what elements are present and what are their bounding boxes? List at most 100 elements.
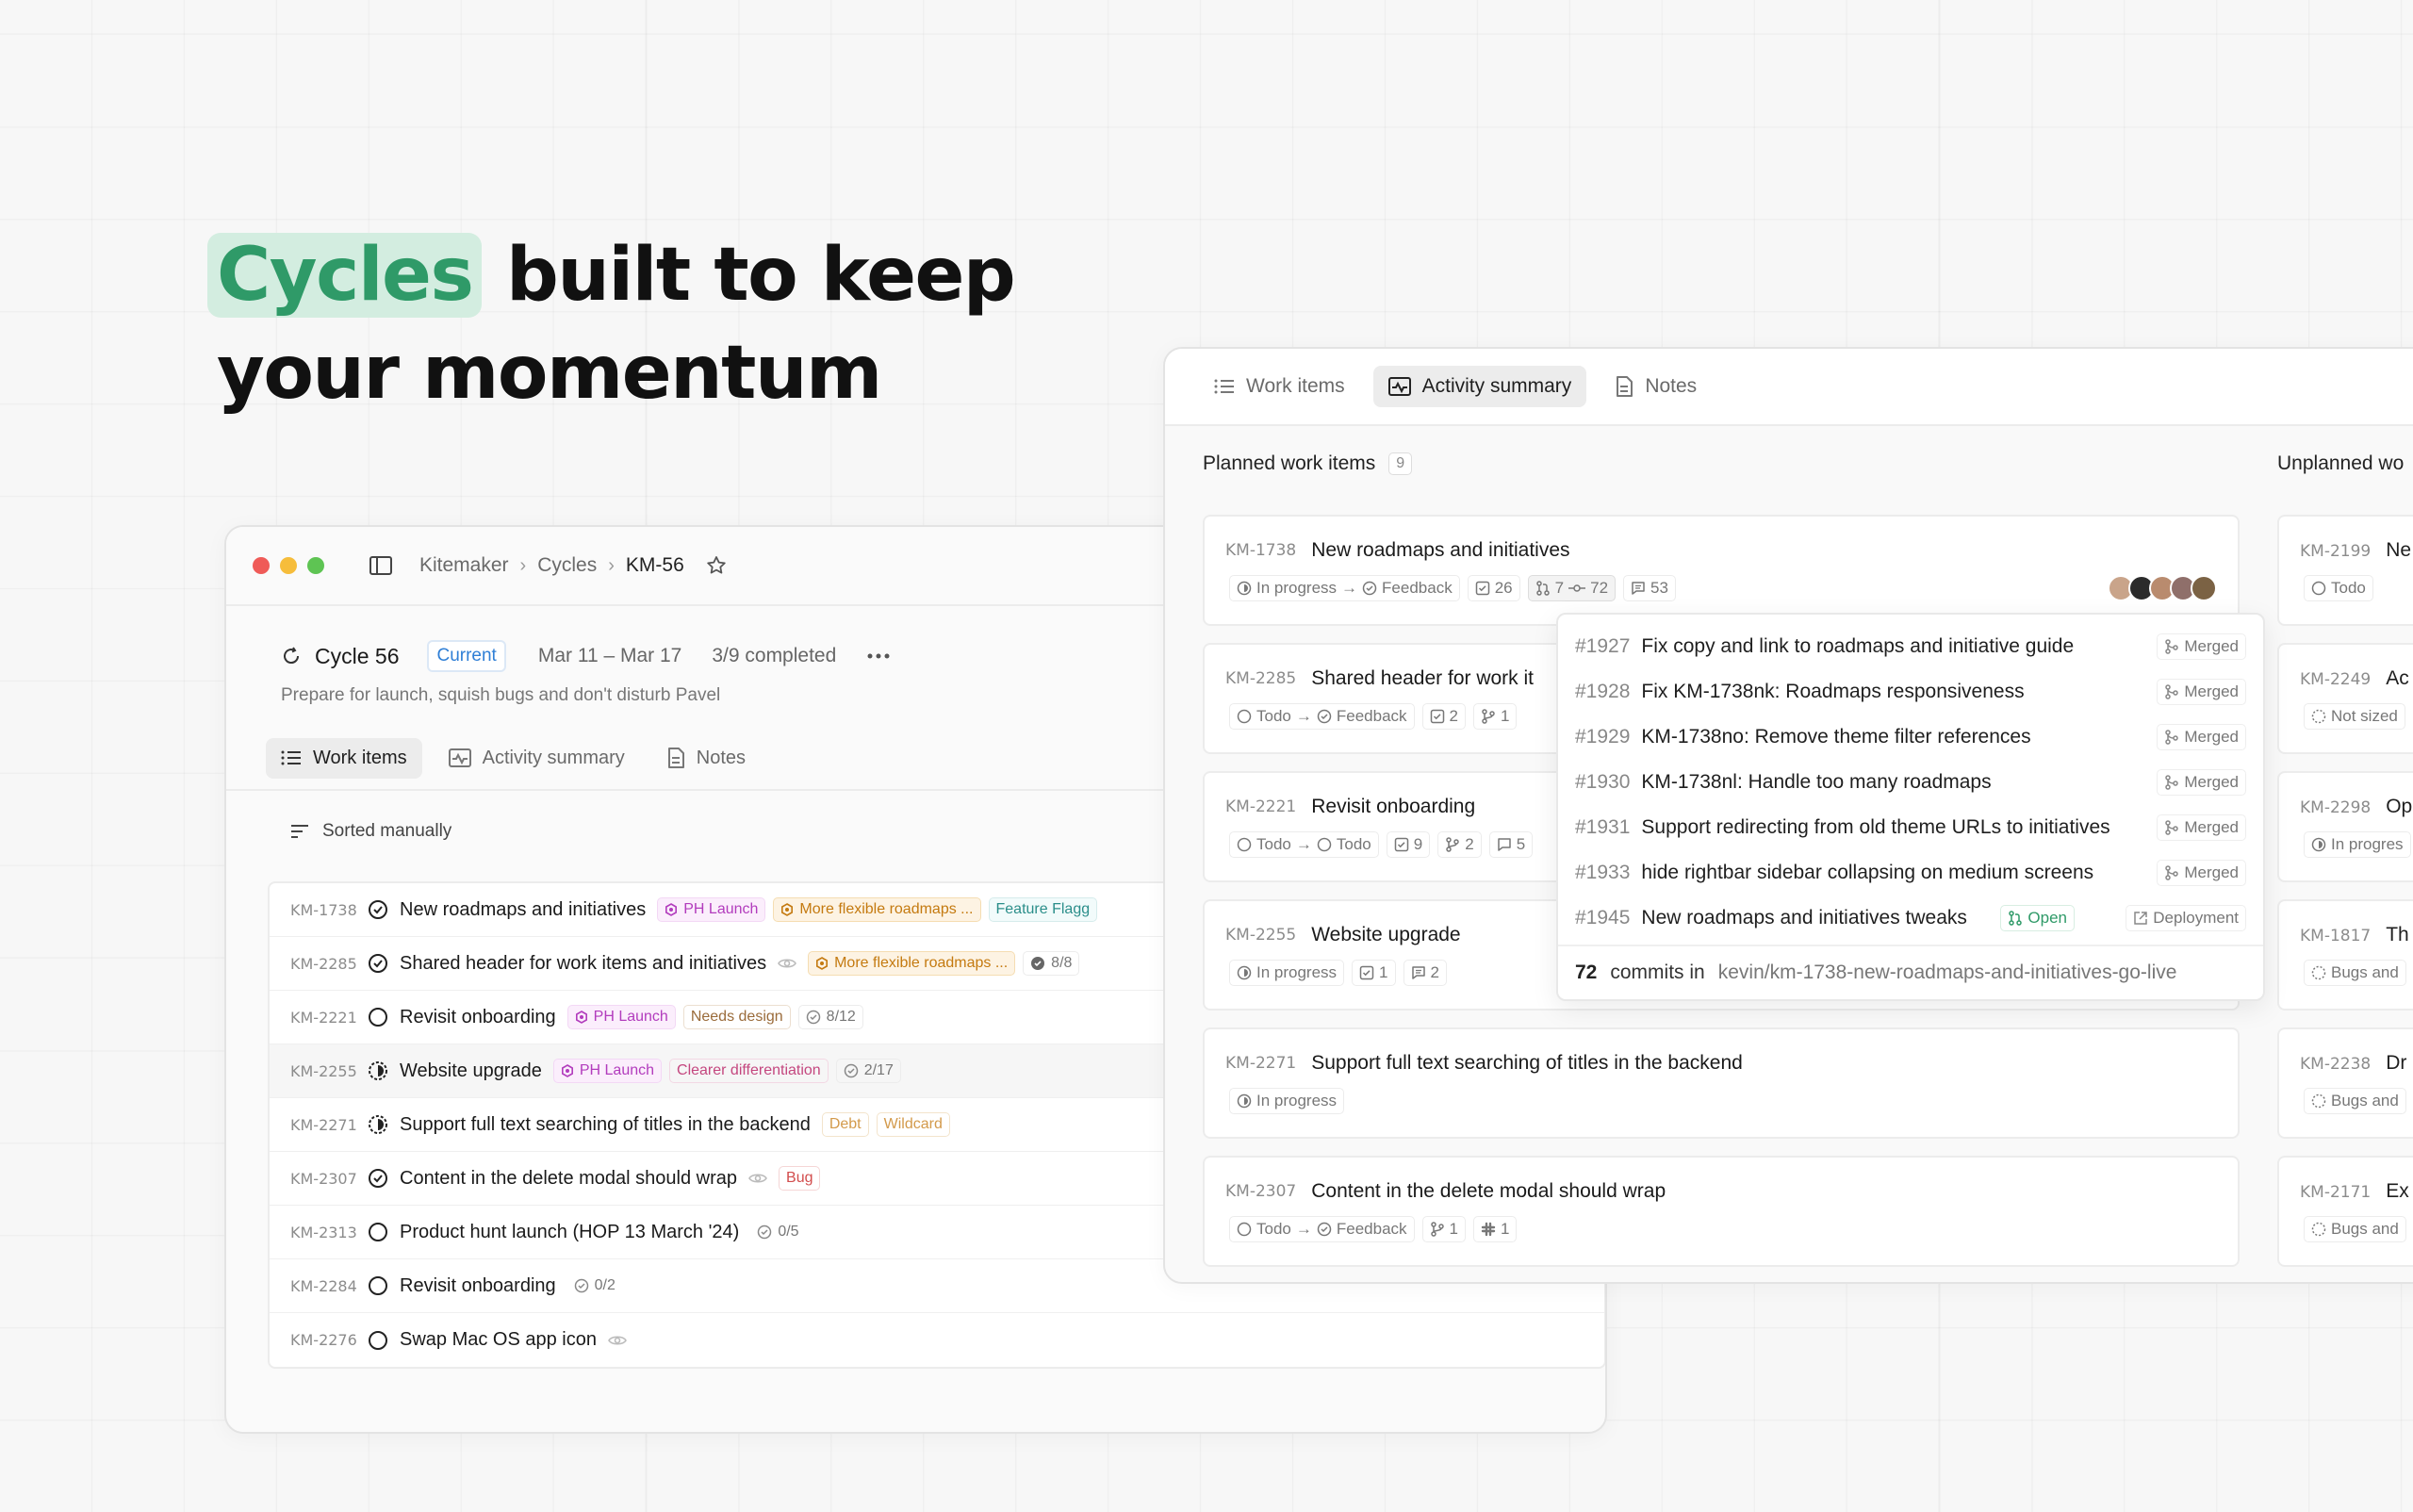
status-change: Bugs and [2304,1216,2406,1242]
label-tag[interactable]: Wildcard [876,1112,950,1137]
work-item-card[interactable]: KM-2249 Ac Not sized [2277,643,2413,754]
sidebar-toggle-icon[interactable] [369,554,393,577]
pr-title[interactable]: Fix copy and link to roadmaps and initia… [1641,635,2074,658]
label-tag[interactable]: Feature Flagg [988,897,1098,922]
count-value: 0/5 [778,1224,799,1240]
label-tag[interactable]: Needs design [682,1005,791,1029]
work-item-card[interactable]: KM-1738 New roadmaps and initiatives In p… [1203,515,2240,626]
label-tag[interactable]: PH Launch [657,897,766,922]
item-title[interactable]: Dr [2386,1052,2406,1074]
item-title[interactable]: Shared header for work it [1311,667,1534,690]
check-circle-icon [844,1063,859,1078]
pr-title[interactable]: hide rightbar sidebar collapsing on medi… [1641,862,2093,884]
pr-row[interactable]: #1945 New roadmaps and initiatives tweaks… [1558,896,2263,941]
label-tag[interactable]: Bug [779,1166,821,1191]
item-title[interactable]: Ac [2386,667,2409,689]
item-title[interactable]: New roadmaps and initiatives [400,899,646,921]
item-title[interactable]: Ne [2386,539,2411,561]
tab-notes[interactable]: Notes [1600,366,1712,407]
item-title[interactable]: Support full text searching of titles in… [400,1114,811,1136]
item-title[interactable]: Content in the delete modal should wrap [1311,1180,1666,1203]
pr-row[interactable]: #1933 hide rightbar sidebar collapsing on… [1558,850,2263,896]
item-id: KM-2199 [2300,542,2372,561]
item-title[interactable]: Shared header for work items and initiat… [400,953,766,975]
breadcrumb-current[interactable]: KM-56 [626,554,684,577]
tag-label: More flexible roadmaps ... [834,955,1009,971]
status-to: Feedback [1336,707,1407,725]
tab-work-items[interactable]: Work items [1199,366,1360,407]
item-title[interactable]: Th [2386,924,2409,945]
tab-activity-summary[interactable]: Activity summary [434,738,640,779]
list-icon [281,749,302,766]
pr-meta[interactable]: 7 72 [1527,575,1617,601]
todo-icon[interactable] [368,1330,388,1351]
tab-activity-summary[interactable]: Activity summary [1372,366,1587,407]
todo-icon[interactable] [368,1275,388,1296]
in-progress-icon [1237,965,1252,980]
count-value: 2/17 [863,1062,894,1078]
todo-icon [1237,709,1252,724]
work-item-card[interactable]: KM-2238 Dr Bugs and [2277,1027,2413,1139]
label-tag[interactable]: More flexible roadmaps ... [773,897,981,922]
zoom-dot[interactable] [307,557,324,574]
work-item-card[interactable]: KM-2298 Op In progres [2277,771,2413,882]
pr-row[interactable]: #1927 Fix copy and link to roadmaps and i… [1558,624,2263,669]
minimize-dot[interactable] [280,557,297,574]
done-icon[interactable] [368,953,388,974]
watch-icon [778,957,797,970]
item-title[interactable]: Website upgrade [1311,924,1460,946]
item-title[interactable]: Revisit onboarding [400,1007,556,1028]
pr-title[interactable]: New roadmaps and initiatives tweaks [1641,907,1967,929]
tab-notes[interactable]: Notes [651,738,761,779]
work-item-card[interactable]: KM-2307 Content in the delete modal shoul… [1203,1156,2240,1267]
work-item-card[interactable]: KM-1817 Th Bugs and [2277,899,2413,1011]
item-title[interactable]: Content in the delete modal should wrap [400,1168,737,1190]
breadcrumb-app[interactable]: Kitemaker [419,554,509,577]
work-item-card[interactable]: KM-2199 Ne Todo [2277,515,2413,626]
more-options-icon[interactable] [866,652,891,660]
item-title[interactable]: Website upgrade [400,1060,542,1082]
pr-row[interactable]: #1929 KM-1738no: Remove theme filter refe… [1558,715,2263,760]
commits-summary[interactable]: 72 commits in kevin/km-1738-new-roadmaps… [1558,945,2263,999]
item-title[interactable]: Ex [2386,1180,2409,1202]
work-item-card[interactable]: KM-2171 Ex Bugs and [2277,1156,2413,1267]
item-title[interactable]: Revisit onboarding [1311,796,1475,818]
pr-title[interactable]: Support redirecting from old theme URLs … [1641,816,2109,839]
tab-work-items[interactable]: Work items [266,737,422,779]
star-icon[interactable] [705,554,728,577]
label-tag[interactable]: Debt [821,1112,869,1137]
pr-title[interactable]: KM-1738nl: Handle too many roadmaps [1641,771,1991,794]
table-row[interactable]: KM-2276 Swap Mac OS app icon 56 S [270,1313,1604,1367]
pr-row[interactable]: #1930 KM-1738nl: Handle too many roadmaps… [1558,760,2263,805]
in-progress-icon[interactable] [368,1114,388,1135]
item-title[interactable]: Op [2386,796,2412,817]
todo-icon[interactable] [368,1222,388,1242]
breadcrumb-separator-icon: › [519,554,527,576]
label-tag[interactable]: PH Launch [552,1059,663,1083]
status-change: In progres [2304,831,2411,858]
pr-title[interactable]: KM-1738no: Remove theme filter reference… [1641,726,2030,748]
pr-status-label: Merged [2184,637,2239,655]
item-title[interactable]: Revisit onboarding [400,1275,556,1297]
merge-icon [2164,639,2179,654]
label-tag[interactable]: Clearer differentiation [669,1059,829,1083]
todo-icon[interactable] [368,1007,388,1027]
pr-row[interactable]: #1931 Support redirecting from old theme … [1558,805,2263,850]
close-dot[interactable] [253,557,270,574]
item-title[interactable]: Swap Mac OS app icon [400,1329,597,1351]
item-title[interactable]: Support full text searching of titles in… [1311,1052,1743,1075]
item-title[interactable]: Product hunt launch (HOP 13 March '24) [400,1222,739,1243]
label-tag[interactable]: More flexible roadmaps ... [808,951,1016,976]
work-item-card[interactable]: KM-2271 Support full text searching of ti… [1203,1027,2240,1139]
done-icon[interactable] [368,899,388,920]
pr-row[interactable]: #1928 Fix KM-1738nk: Roadmaps responsiven… [1558,669,2263,715]
done-icon[interactable] [368,1168,388,1189]
pr-title[interactable]: Fix KM-1738nk: Roadmaps responsiveness [1641,681,2024,703]
in-progress-icon[interactable] [368,1060,388,1081]
label-tag[interactable]: PH Launch [566,1005,676,1029]
deployment-badge[interactable]: Deployment [2126,905,2246,931]
avatar[interactable] [2191,575,2217,601]
item-title[interactable]: New roadmaps and initiatives [1311,539,1569,562]
watch-icon [608,1334,627,1347]
breadcrumb-section[interactable]: Cycles [537,554,597,577]
